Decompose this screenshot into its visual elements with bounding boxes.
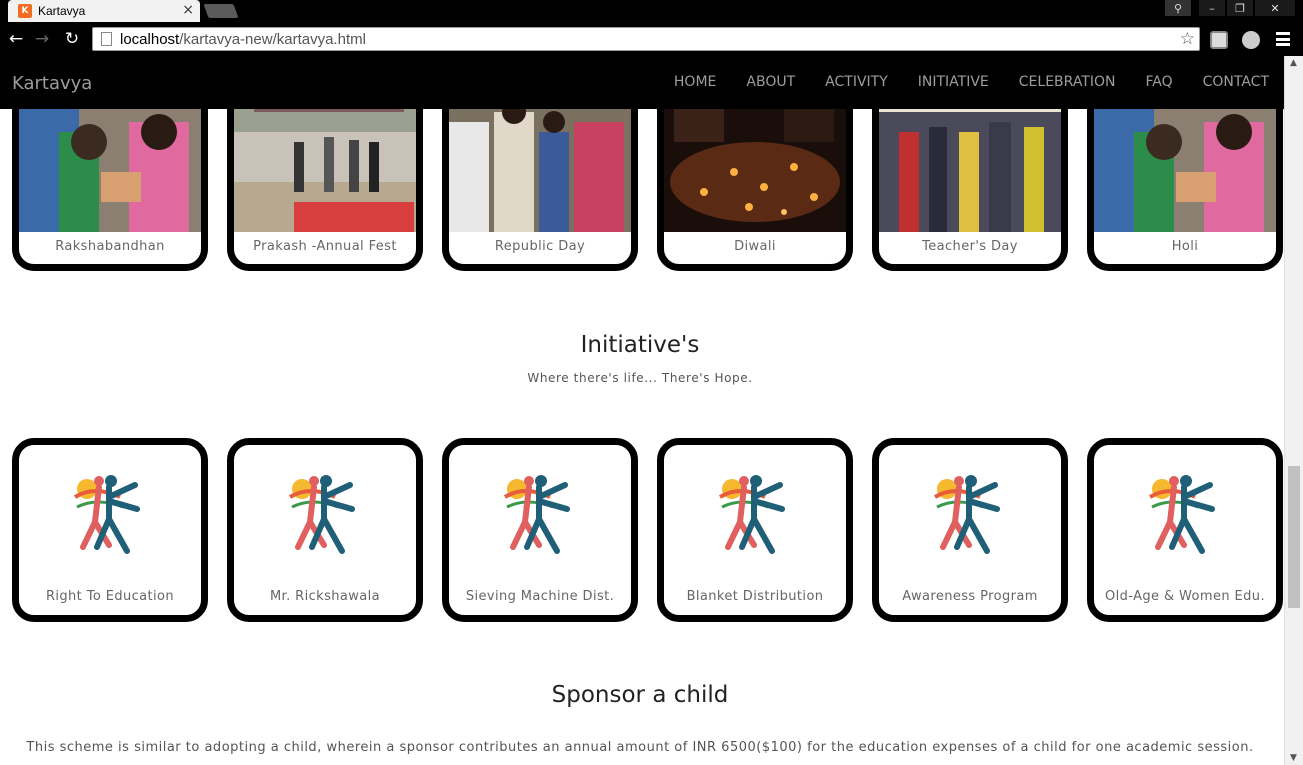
tab-close-icon[interactable]: × xyxy=(182,2,194,18)
reload-icon[interactable]: ↻ xyxy=(62,29,82,49)
scroll-thumb[interactable] xyxy=(1288,466,1300,608)
site-navbar: Kartavya HOME ABOUT ACTIVITY INITIATIVE … xyxy=(0,56,1284,109)
browser-menu-icon[interactable] xyxy=(1276,32,1290,46)
page-icon xyxy=(101,32,112,46)
new-tab-button[interactable] xyxy=(203,4,239,18)
sponsor-title: Sponsor a child xyxy=(551,682,729,708)
sponsor-description: This scheme is similar to adopting a chi… xyxy=(26,740,1254,755)
dancer-logo-icon xyxy=(288,475,355,554)
initiatives-title: Initiative's xyxy=(580,332,700,358)
initiative-label: Blanket Distribution xyxy=(686,589,824,604)
initiative-label: Mr. Rickshawala xyxy=(269,589,381,604)
browser-tabstrip: K Kartavya × ⚲ – ❐ ✕ xyxy=(0,0,1303,22)
scroll-down-icon[interactable]: ▼ xyxy=(1290,753,1297,763)
page-viewport: Kartavya HOME ABOUT ACTIVITY INITIATIVE … xyxy=(0,56,1284,765)
site-brand[interactable]: Kartavya xyxy=(12,73,92,94)
page-scrollbar[interactable]: ▲ ▼ xyxy=(1284,56,1303,765)
address-bar[interactable]: localhost/kartavya-new/kartavya.html ☆ xyxy=(92,27,1200,51)
initiative-label: Old-Age & Women Edu. xyxy=(1105,589,1265,604)
initiative-label: Awareness Program xyxy=(902,589,1038,604)
initiative-card[interactable]: Blanket Distribution xyxy=(657,438,853,622)
window-controls: ⚲ – ❐ ✕ xyxy=(1165,0,1295,16)
url-text: localhost/kartavya-new/kartavya.html xyxy=(120,30,366,48)
minimize-icon[interactable]: – xyxy=(1199,0,1225,16)
initiative-cards: Right To Education Mr. Rickshawala Sievi… xyxy=(12,438,1283,622)
dancer-logo-icon xyxy=(503,475,570,554)
browser-tab[interactable]: K Kartavya × xyxy=(8,0,200,22)
nav-faq[interactable]: FAQ xyxy=(1130,56,1187,109)
initiative-card[interactable]: Old-Age & Women Edu. xyxy=(1087,438,1283,622)
extension-globe-icon[interactable] xyxy=(1242,31,1260,49)
initiative-card[interactable]: Mr. Rickshawala xyxy=(227,438,423,622)
initiatives-subtitle: Where there's life... There's Hope. xyxy=(527,371,753,385)
favicon-icon: K xyxy=(18,4,32,18)
dancer-logo-icon xyxy=(718,475,785,554)
back-arrow-icon[interactable]: ← xyxy=(6,29,26,49)
extension-shield-icon[interactable] xyxy=(1210,31,1228,49)
nav-links: HOME ABOUT ACTIVITY INITIATIVE CELEBRATI… xyxy=(659,56,1284,109)
initiative-card[interactable]: Awareness Program xyxy=(872,438,1068,622)
celebration-label: Prakash -Annual Fest xyxy=(253,239,397,254)
initiative-card[interactable]: Right To Education xyxy=(12,438,208,622)
celebration-label: Holi xyxy=(1171,239,1199,254)
scroll-up-icon[interactable]: ▲ xyxy=(1290,58,1297,68)
nav-home[interactable]: HOME xyxy=(659,56,731,109)
nav-about[interactable]: ABOUT xyxy=(731,56,810,109)
browser-toolbar: ← → ↻ localhost/kartavya-new/kartavya.ht… xyxy=(0,22,1303,56)
window-close-icon[interactable]: ✕ xyxy=(1255,0,1295,16)
nav-activity[interactable]: ACTIVITY xyxy=(810,56,903,109)
celebration-label: Teacher's Day xyxy=(922,239,1018,254)
tab-title: Kartavya xyxy=(38,4,86,18)
nav-contact[interactable]: CONTACT xyxy=(1188,56,1284,109)
celebration-label: Republic Day xyxy=(494,239,586,254)
dancer-logo-icon xyxy=(933,475,1000,554)
forward-arrow-icon[interactable]: → xyxy=(32,29,52,49)
bookmark-star-icon[interactable]: ☆ xyxy=(1180,29,1195,49)
nav-celebration[interactable]: CELEBRATION xyxy=(1004,56,1131,109)
dancer-logo-icon xyxy=(73,475,140,554)
restore-icon[interactable]: ❐ xyxy=(1227,0,1253,16)
dancer-logo-icon xyxy=(1148,475,1215,554)
initiative-label: Right To Education xyxy=(45,589,175,604)
celebration-label: Diwali xyxy=(734,239,776,254)
user-profile-icon[interactable]: ⚲ xyxy=(1165,0,1191,16)
initiative-label: Sieving Machine Dist. xyxy=(465,589,615,604)
celebration-label: Rakshabandhan xyxy=(55,239,165,254)
initiative-card[interactable]: Sieving Machine Dist. xyxy=(442,438,638,622)
nav-initiative[interactable]: INITIATIVE xyxy=(903,56,1004,109)
